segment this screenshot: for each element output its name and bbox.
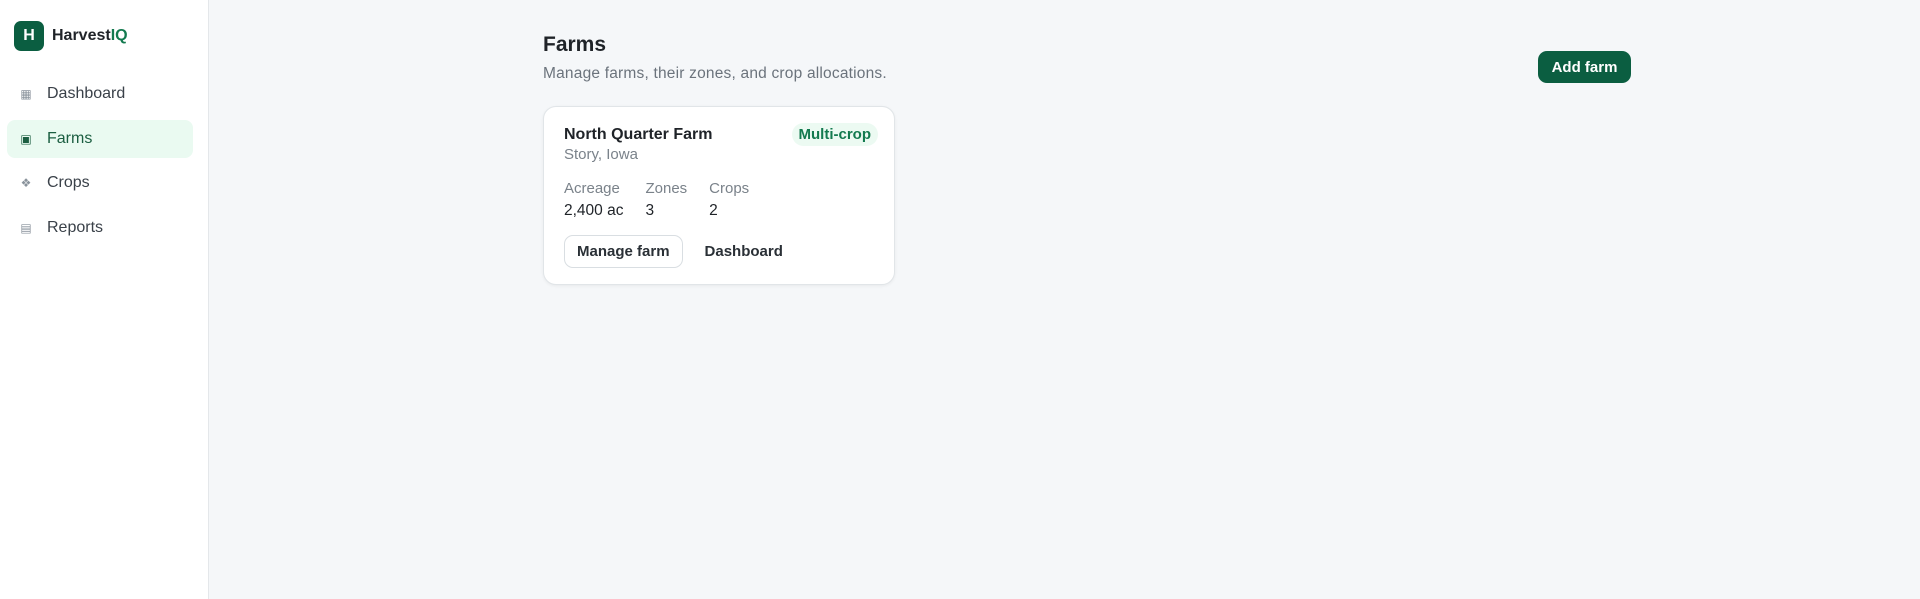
sidebar-item-farms[interactable]: ▣ Farms (7, 119, 193, 158)
sidebar-item-label: Crops (47, 174, 90, 191)
farm-name: North Quarter Farm (564, 126, 713, 143)
sidebar-item-dashboard[interactable]: ▦ Dashboard (7, 75, 193, 113)
brand-logo: H (14, 21, 44, 51)
stat-label: Zones (645, 180, 688, 197)
square-icon: ▣ (20, 131, 32, 146)
diamond-cluster-icon: ❖ (20, 176, 32, 190)
stat-value: 2,400 ac (564, 202, 624, 219)
brand-name-main: Harvest (52, 27, 111, 44)
farm-card-actions: Manage farm Dashboard (564, 235, 795, 268)
sidebar-item-reports[interactable]: ▤ Reports (7, 209, 193, 247)
brand[interactable]: H HarvestIQ (14, 21, 128, 51)
farm-card: North Quarter Farm Story, Iowa Multi-cro… (543, 106, 895, 285)
grid-icon: ▦ (20, 87, 32, 101)
list-icon: ▤ (20, 220, 32, 235)
page-title: Farms (543, 33, 607, 56)
stat-label: Crops (709, 180, 750, 197)
page-header: Farms Manage farms, their zones, and cro… (543, 33, 887, 83)
brand-name: HarvestIQ (52, 27, 128, 45)
brand-name-accent: IQ (110, 27, 128, 44)
farm-dashboard-button[interactable]: Dashboard (693, 235, 795, 268)
farm-location: Story, Iowa (564, 146, 638, 163)
sidebar-item-label: Dashboard (47, 85, 126, 102)
farm-stats: Acreage 2,400 ac Zones 3 Crops 2 (564, 180, 771, 220)
page-subtitle: Manage farms, their zones, and crop allo… (543, 65, 887, 82)
stat-value: 2 (709, 202, 718, 219)
sidebar-item-label: Farms (47, 129, 93, 147)
sidebar-nav: ▦ Dashboard ▣ Farms ❖ Crops ▤ Reports (7, 75, 193, 253)
stat-acreage: Acreage 2,400 ac (564, 180, 623, 220)
add-farm-button[interactable]: Add farm (1538, 51, 1631, 83)
sidebar-item-label: Reports (47, 218, 104, 236)
manage-farm-button[interactable]: Manage farm (564, 235, 683, 268)
sidebar-item-crops[interactable]: ❖ Crops (7, 164, 193, 202)
stat-value: 3 (645, 202, 655, 219)
stat-crops: Crops 2 (709, 180, 749, 220)
farm-type-badge: Multi-crop (791, 123, 878, 146)
sidebar: H HarvestIQ ▦ Dashboard ▣ Farms ❖ Crops … (0, 0, 209, 599)
stat-label: Acreage (564, 180, 620, 197)
stat-zones: Zones 3 (645, 180, 687, 220)
